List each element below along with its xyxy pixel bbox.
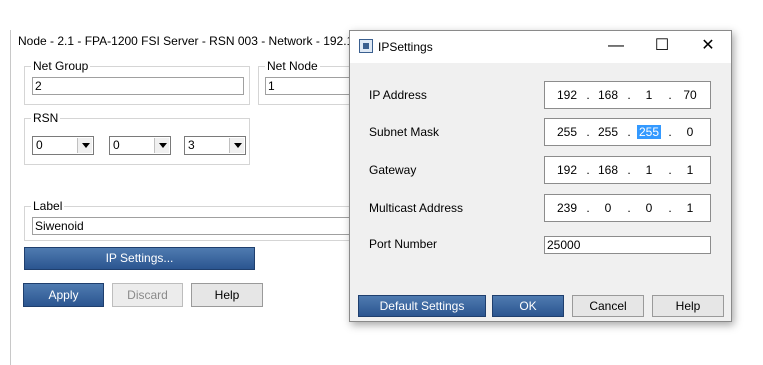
rsn-label: RSN [33, 111, 59, 125]
dialog-help-button[interactable]: Help [652, 295, 724, 317]
subnet-octet-2[interactable]: 255 [593, 125, 623, 139]
rsn-combo-1[interactable]: 0 [32, 136, 94, 155]
rsn-combo-2-value: 0 [113, 138, 120, 152]
octet-separator: . [668, 88, 672, 102]
rsn-combo-1-value: 0 [36, 138, 43, 152]
minimize-button[interactable]: — [593, 31, 639, 63]
ip-octet-4[interactable]: 70 [675, 88, 705, 102]
discard-button[interactable]: Discard [112, 283, 183, 307]
subnet-octet-4[interactable]: 0 [675, 125, 705, 139]
maximize-button[interactable]: ☐ [639, 31, 685, 63]
subnet-octet-1[interactable]: 255 [552, 125, 582, 139]
multicast-octet-1[interactable]: 239 [552, 201, 582, 215]
ip-address-label: IP Address [369, 88, 427, 102]
net-group-label: Net Group [33, 59, 89, 73]
octet-separator: . [668, 201, 672, 215]
octet-separator: . [668, 163, 672, 177]
subnet-octet-3-selected[interactable]: 255 [634, 125, 664, 139]
ip-octet-2[interactable]: 168 [593, 88, 623, 102]
node-header: Node - 2.1 - FPA-1200 FSI Server - RSN 0… [18, 34, 394, 48]
cancel-button[interactable]: Cancel [572, 295, 644, 317]
gateway-octet-3[interactable]: 1 [634, 163, 664, 177]
subnet-mask-input[interactable]: 255 . 255 . 255 . 0 [544, 118, 711, 146]
label-input[interactable]: Siwenoid [32, 217, 352, 235]
octet-separator: . [586, 201, 590, 215]
rsn-combo-3-value: 3 [188, 138, 195, 152]
ok-button[interactable]: OK [492, 295, 564, 317]
label-field-label: Label [33, 199, 63, 213]
rsn-combo-2[interactable]: 0 [109, 136, 171, 155]
dialog-title: IPSettings [378, 40, 433, 54]
subnet-mask-label: Subnet Mask [369, 125, 440, 139]
net-node-label: Net Node [267, 59, 318, 73]
default-settings-button[interactable]: Default Settings [358, 295, 486, 317]
panel-divider [10, 30, 11, 365]
selected-text: 255 [636, 125, 662, 139]
app-icon [359, 39, 373, 53]
octet-separator: . [627, 125, 631, 139]
close-button[interactable]: ✕ [685, 31, 731, 63]
apply-button[interactable]: Apply [23, 283, 104, 307]
ip-settings-dialog: IPSettings — ☐ ✕ IP Address 192 . 168 . … [349, 30, 732, 322]
help-button[interactable]: Help [191, 283, 263, 307]
port-number-label: Port Number [369, 237, 438, 251]
octet-separator: . [586, 88, 590, 102]
ip-octet-3[interactable]: 1 [634, 88, 664, 102]
dialog-titlebar[interactable]: IPSettings — ☐ ✕ [350, 31, 731, 63]
ip-address-input[interactable]: 192 . 168 . 1 . 70 [544, 81, 711, 109]
multicast-octet-4[interactable]: 1 [675, 201, 705, 215]
dialog-body: IP Address 192 . 168 . 1 . 70 Subnet Mas… [350, 63, 731, 321]
gateway-label: Gateway [369, 163, 417, 177]
multicast-address-label: Multicast Address [369, 201, 464, 215]
gateway-octet-1[interactable]: 192 [552, 163, 582, 177]
octet-separator: . [627, 88, 631, 102]
net-group-input[interactable]: 2 [32, 77, 244, 95]
multicast-octet-2[interactable]: 0 [593, 201, 623, 215]
octet-separator: . [586, 163, 590, 177]
chevron-down-icon[interactable] [229, 138, 244, 153]
gateway-octet-2[interactable]: 168 [593, 163, 623, 177]
octet-separator: . [586, 125, 590, 139]
port-number-input[interactable]: 25000 [544, 236, 711, 254]
gateway-input[interactable]: 192 . 168 . 1 . 1 [544, 156, 711, 184]
octet-separator: . [627, 201, 631, 215]
multicast-octet-3[interactable]: 0 [634, 201, 664, 215]
gateway-octet-4[interactable]: 1 [675, 163, 705, 177]
chevron-down-icon[interactable] [77, 138, 92, 153]
octet-separator: . [627, 163, 631, 177]
octet-separator: . [668, 125, 672, 139]
chevron-down-icon[interactable] [154, 138, 169, 153]
ip-octet-1[interactable]: 192 [552, 88, 582, 102]
rsn-combo-3[interactable]: 3 [184, 136, 246, 155]
ip-settings-button[interactable]: IP Settings... [24, 247, 255, 270]
multicast-address-input[interactable]: 239 . 0 . 0 . 1 [544, 194, 711, 222]
